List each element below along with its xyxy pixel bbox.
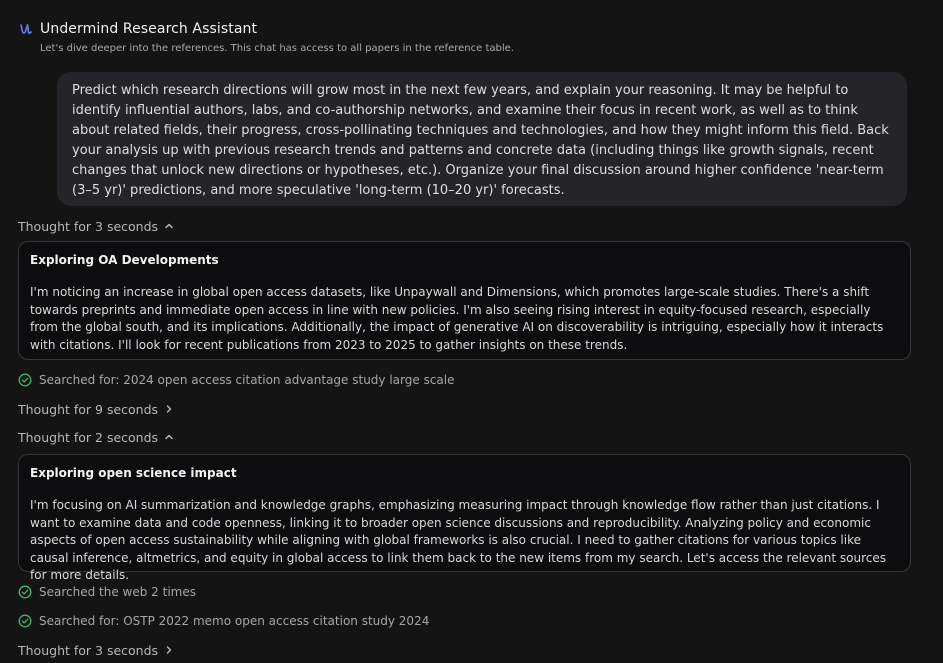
user-prompt-message: Predict which research directions will g… <box>57 72 907 206</box>
thought-toggle-label: Thought for 9 seconds <box>18 401 159 417</box>
thought-toggle-2[interactable]: Thought for 9 seconds <box>18 401 174 417</box>
thought-toggle-label: Thought for 2 seconds <box>18 429 159 445</box>
chevron-right-icon <box>164 404 174 414</box>
title-row: Undermind Research Assistant <box>18 19 918 39</box>
thought-toggle-3[interactable]: Thought for 2 seconds <box>18 429 174 445</box>
thought-card-title: Exploring OA Developments <box>30 253 219 267</box>
search-step-label: Searched for: OSTP 2022 memo open access… <box>39 614 430 628</box>
undermind-logo-icon <box>18 21 34 37</box>
page-title: Undermind Research Assistant <box>40 21 258 37</box>
chevron-up-icon <box>164 221 174 231</box>
check-circle-icon <box>18 585 32 599</box>
thought-toggle-1[interactable]: Thought for 3 seconds <box>18 218 174 234</box>
search-step-label: Searched the web 2 times <box>39 585 196 599</box>
chevron-right-icon <box>164 645 174 655</box>
check-circle-icon <box>18 373 32 387</box>
check-circle-icon <box>18 614 32 628</box>
chat-page: Undermind Research Assistant Let's dive … <box>0 0 943 663</box>
thought-card-2: Exploring open science impact I'm focusi… <box>18 454 911 582</box>
assistant-header: Undermind Research Assistant Let's dive … <box>18 19 918 54</box>
search-step-label: Searched for: 2024 open access citation … <box>39 373 455 387</box>
thought-toggle-label: Thought for 3 seconds <box>18 218 159 234</box>
page-subtitle: Let's dive deeper into the references. T… <box>40 43 514 54</box>
thought-card-body: I'm noticing an increase in global open … <box>30 285 884 352</box>
chevron-up-icon <box>164 432 174 442</box>
thought-toggle-label: Thought for 3 seconds <box>18 642 159 658</box>
thought-card-body: I'm focusing on AI summarization and kno… <box>30 498 886 582</box>
thought-toggle-4[interactable]: Thought for 3 seconds <box>18 642 174 658</box>
search-step-1: Searched for: 2024 open access citation … <box>18 372 455 388</box>
search-step-2: Searched the web 2 times <box>18 584 196 600</box>
thought-card-title: Exploring open science impact <box>30 466 237 480</box>
search-step-3: Searched for: OSTP 2022 memo open access… <box>18 613 429 629</box>
thought-card-1: Exploring OA Developments I'm noticing a… <box>18 241 911 360</box>
